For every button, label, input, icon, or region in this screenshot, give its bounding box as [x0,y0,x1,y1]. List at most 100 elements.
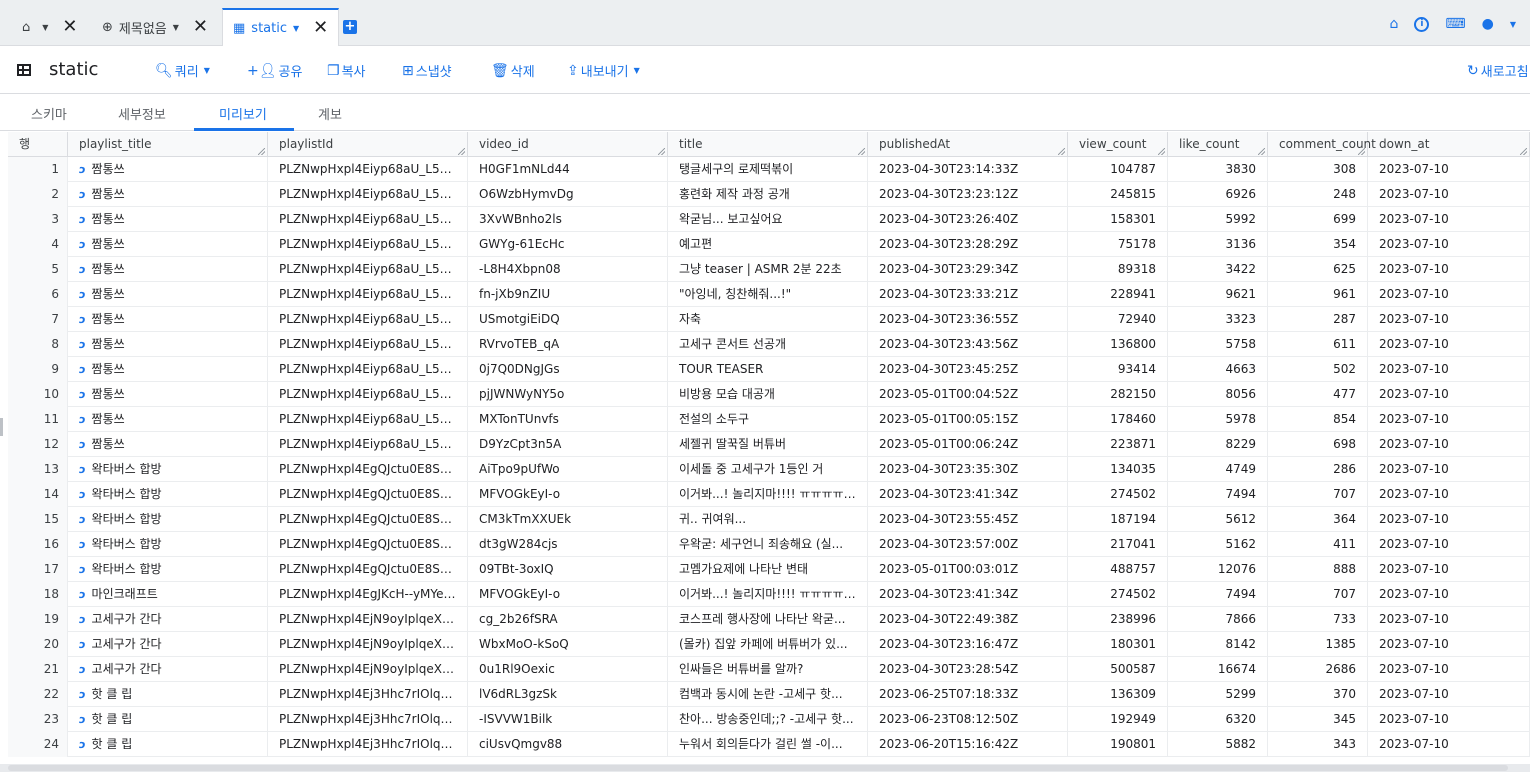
table-cell[interactable]: 2023-07-10 [1368,207,1530,232]
table-cell[interactable]: 21 [8,657,68,682]
table-cell[interactable]: 2023-07-10 [1368,582,1530,607]
table-cell[interactable]: 16 [8,532,68,557]
table-cell[interactable]: 2023-04-30T23:33:21Z [868,282,1068,307]
table-cell[interactable]: PLZNwpHxpl4Eiyp68aU_L58K... [268,382,468,407]
table-row[interactable]: 8 ɔ 짬통쓰 PLZNwpHxpl4Eiyp68aU_L58K... RVrvoTEB… [8,332,1530,357]
table-cell[interactable]: 7494 [1168,582,1268,607]
table-cell[interactable]: 2023-04-30T23:28:54Z [868,657,1068,682]
table-cell[interactable]: 8142 [1168,632,1268,657]
table-cell[interactable]: PLZNwpHxpl4EgQJctu0E8Shk... [268,557,468,582]
table-cell[interactable]: 2023-04-30T23:35:30Z [868,457,1068,482]
table-cell[interactable]: 3136 [1168,232,1268,257]
table-cell[interactable]: 5978 [1168,407,1268,432]
table-cell[interactable]: PLZNwpHxpl4EgQJctu0E8Shk... [268,532,468,557]
table-cell[interactable]: 192949 [1068,707,1168,732]
table-row[interactable]: 2 ɔ 짬통쓰 PLZNwpHxpl4Eiyp68aU_L58K... O6WzbHym… [8,182,1530,207]
table-cell[interactable]: 72940 [1068,307,1168,332]
table-cell[interactable]: ɔ 짬통쓰 [68,257,268,282]
table-cell[interactable]: PLZNwpHxpl4Ej3Hhc7rIOlqJ1... [268,732,468,757]
table-cell[interactable]: 136800 [1068,332,1168,357]
table-cell[interactable]: ɔ 짬통쓰 [68,332,268,357]
table-cell[interactable]: 2023-07-10 [1368,507,1530,532]
table-cell[interactable]: 왁굳님... 보고싶어요 [668,207,868,232]
table-cell[interactable]: 2023-07-10 [1368,457,1530,482]
table-cell[interactable]: 14 [8,482,68,507]
table-cell[interactable]: 2023-04-30T23:43:56Z [868,332,1068,357]
table-cell[interactable]: 이거봐...! 놀리지마!!!! ㅠㅠㅠㅠ ... [668,582,868,607]
table-cell[interactable]: 2023-05-01T00:03:01Z [868,557,1068,582]
table-cell[interactable]: 5162 [1168,532,1268,557]
table-row[interactable]: 19 ɔ 고세구가 간다 PLZNwpHxpl4EjN9oyIplqeXnF... cg… [8,607,1530,632]
table-cell[interactable]: 11 [8,407,68,432]
table-row[interactable]: 12 ɔ 짬통쓰 PLZNwpHxpl4Eiyp68aU_L58K... D9YzCpt… [8,432,1530,457]
table-cell[interactable]: PLZNwpHxpl4EjN9oyIplqeXnF... [268,657,468,682]
table-cell[interactable]: 0j7Q0DNgJGs [468,357,668,382]
table-cell[interactable]: ɔ 왁타버스 합방 [68,532,268,557]
table-cell[interactable]: PLZNwpHxpl4Eiyp68aU_L58K... [268,407,468,432]
chevron-down-icon[interactable]: ▼ [42,23,48,32]
table-cell[interactable]: 5758 [1168,332,1268,357]
table-cell[interactable]: 2686 [1268,657,1368,682]
table-cell[interactable]: 3323 [1168,307,1268,332]
table-cell[interactable]: 인싸들은 버튜버를 알까? [668,657,868,682]
table-cell[interactable]: 17 [8,557,68,582]
table-cell[interactable]: ɔ 마인크래프트 [68,582,268,607]
table-cell[interactable]: PLZNwpHxpl4EgQJctu0E8Shk... [268,507,468,532]
table-cell[interactable]: WbxMoO-kSoQ [468,632,668,657]
table-cell[interactable]: 2023-04-30T23:28:29Z [868,232,1068,257]
table-cell[interactable]: 8229 [1168,432,1268,457]
table-row[interactable]: 10 ɔ 짬통쓰 PLZNwpHxpl4Eiyp68aU_L58K... pjJWNWy… [8,382,1530,407]
table-cell[interactable]: 4663 [1168,357,1268,382]
table-cell[interactable]: 370 [1268,682,1368,707]
table-cell[interactable]: 5882 [1168,732,1268,757]
published-at-header[interactable]: publishedAt [868,132,1068,157]
table-cell[interactable]: 13 [8,457,68,482]
table-cell[interactable]: 411 [1268,532,1368,557]
table-cell[interactable]: 2023-07-10 [1368,357,1530,382]
table-cell[interactable]: 625 [1268,257,1368,282]
table-cell[interactable]: 3XvWBnho2ls [468,207,668,232]
table-cell[interactable]: 733 [1268,607,1368,632]
table-cell[interactable]: 비방용 모습 대공개 [668,382,868,407]
table-cell[interactable]: 287 [1268,307,1368,332]
table-cell[interactable]: PLZNwpHxpl4Eiyp68aU_L58K... [268,357,468,382]
table-cell[interactable]: PLZNwpHxpl4Eiyp68aU_L58K... [268,332,468,357]
video-id-header[interactable]: video_id [468,132,668,157]
table-cell[interactable]: 세젤귀 딸꾹질 버튜버 [668,432,868,457]
table-cell[interactable]: 2023-05-01T00:04:52Z [868,382,1068,407]
table-cell[interactable]: 2023-04-30T23:36:55Z [868,307,1068,332]
table-row[interactable]: 1 ɔ 짬통쓰 PLZNwpHxpl4Eiyp68aU_L58K... H0GF1mNL… [8,157,1530,182]
share-button[interactable]: +👤︎ 공유 [247,61,302,81]
table-row[interactable]: 16 ɔ 왁타버스 합방 PLZNwpHxpl4EgQJctu0E8Shk... dt3… [8,532,1530,557]
chevron-down-icon[interactable]: ▼ [173,23,179,32]
table-cell[interactable]: 12 [8,432,68,457]
table-cell[interactable]: ɔ 짬통쓰 [68,157,268,182]
table-cell[interactable]: 364 [1268,507,1368,532]
table-cell[interactable]: 75178 [1068,232,1168,257]
table-cell[interactable]: 5992 [1168,207,1268,232]
table-cell[interactable]: 2023-07-10 [1368,657,1530,682]
table-cell[interactable]: PLZNwpHxpl4Eiyp68aU_L58K... [268,232,468,257]
table-cell[interactable]: 699 [1268,207,1368,232]
column-resize-icon[interactable] [658,148,665,155]
table-cell[interactable]: ɔ 왁타버스 합방 [68,557,268,582]
table-cell[interactable]: 6320 [1168,707,1268,732]
column-resize-icon[interactable] [1520,148,1527,155]
table-cell[interactable]: 2023-04-30T23:26:40Z [868,207,1068,232]
table-cell[interactable]: 2023-04-30T23:41:34Z [868,482,1068,507]
table-cell[interactable]: ɔ 짬통쓰 [68,307,268,332]
table-cell[interactable]: PLZNwpHxpl4EgJKcH--yMYeqf... [268,582,468,607]
table-row[interactable]: 7 ɔ 짬통쓰 PLZNwpHxpl4Eiyp68aU_L58K... USmotgiE… [8,307,1530,332]
table-cell[interactable]: 961 [1268,282,1368,307]
table-cell[interactable]: fn-jXb9nZIU [468,282,668,307]
table-cell[interactable]: 2023-04-30T23:23:12Z [868,182,1068,207]
table-cell[interactable]: 9621 [1168,282,1268,307]
table-cell[interactable]: 24 [8,732,68,757]
column-resize-icon[interactable] [1058,148,1065,155]
playlist-title-header[interactable]: playlist_title [68,132,268,157]
table-cell[interactable]: 15 [8,507,68,532]
table-cell[interactable]: 2 [8,182,68,207]
table-row[interactable]: 21 ɔ 고세구가 간다 PLZNwpHxpl4EjN9oyIplqeXnF... 0u… [8,657,1530,682]
table-cell[interactable]: 2023-07-10 [1368,282,1530,307]
table-cell[interactable]: 5612 [1168,507,1268,532]
